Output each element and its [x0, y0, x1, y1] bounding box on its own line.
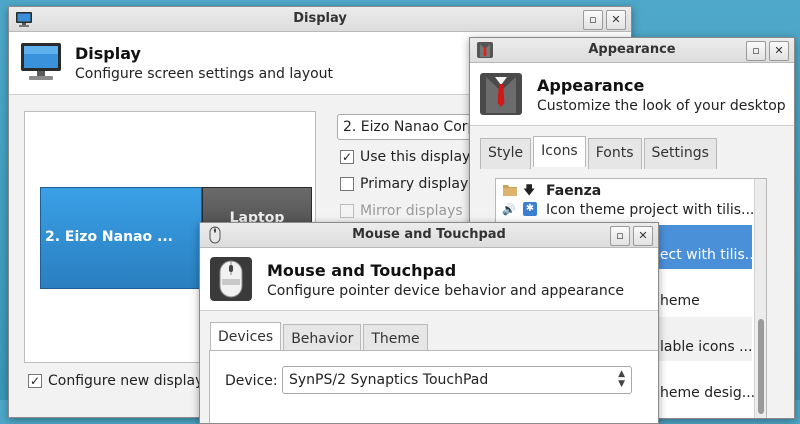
use-this-display-label: Use this display — [360, 149, 471, 165]
theme-name: Faenza — [546, 183, 602, 199]
mirror-displays-label: Mirror displays — [360, 203, 463, 219]
theme-description: heme desig... — [660, 385, 756, 401]
device-select-value: SynPS/2 Synaptics TouchPad — [289, 372, 489, 388]
devices-panel: Device: SynPS/2 Synaptics TouchPad ▲ ▼ — [209, 350, 658, 423]
display-window-title: Display — [293, 11, 347, 26]
speaker-icon: 🔊 — [502, 203, 516, 216]
list-item[interactable]: 🡇 Faenza 🔊 ✱ Icon theme project with til… — [496, 179, 766, 223]
mouse-device-icon — [208, 255, 254, 307]
appearance-suit-icon — [478, 71, 524, 121]
device-label: Device: — [225, 373, 278, 389]
display-monitor-icon — [19, 40, 63, 88]
download-arrow-icon: 🡇 — [523, 183, 536, 197]
primary-display-checkbox[interactable]: Primary display — [340, 176, 468, 192]
theme-description: heme — [660, 293, 700, 309]
mouse-window: Mouse and Touchpad ▫ ✕ Mouse and Touchpa… — [199, 222, 659, 424]
primary-display-box[interactable] — [340, 177, 354, 191]
app-icon: ✱ — [523, 202, 537, 216]
mirror-displays-box — [340, 204, 354, 218]
display-header-title: Display — [75, 44, 141, 63]
close-button[interactable]: ✕ — [606, 10, 626, 30]
appearance-header-title: Appearance — [537, 76, 645, 95]
appearance-close-button[interactable]: ✕ — [769, 41, 789, 61]
tab-settings[interactable]: Settings — [643, 138, 717, 169]
device-select[interactable]: SynPS/2 Synaptics TouchPad ▲ ▼ — [282, 366, 632, 394]
mouse-maximize-button[interactable]: ▫ — [610, 226, 630, 246]
appearance-header: Appearance Customize the look of your de… — [470, 63, 794, 126]
mouse-header-subtitle: Configure pointer device behavior and ap… — [267, 283, 625, 299]
configure-new-displays-box[interactable]: ✓ — [28, 374, 42, 388]
mouse-close-button[interactable]: ✕ — [633, 226, 653, 246]
monitor-eizo[interactable]: 2. Eizo Nanao ... — [40, 187, 202, 289]
folder-icon — [502, 183, 518, 201]
use-this-display-checkbox[interactable]: ✓ Use this display — [340, 149, 470, 165]
display-header-subtitle: Configure screen settings and layout — [75, 66, 334, 82]
configure-new-displays-label: Configure new displays — [48, 373, 211, 389]
tab-style[interactable]: Style — [480, 138, 532, 169]
tab-fonts[interactable]: Fonts — [587, 138, 642, 169]
appearance-tabs: Style Icons Fonts Settings — [480, 136, 719, 169]
theme-description: lable icons ... — [660, 339, 753, 355]
appearance-titlebar[interactable]: Appearance ▫ ✕ — [470, 38, 794, 63]
configure-new-displays-checkbox[interactable]: ✓ Configure new displays — [28, 373, 211, 389]
theme-description: ject with tilis... — [656, 247, 759, 263]
monitor-eizo-label: 2. Eizo Nanao ... — [45, 229, 173, 245]
tab-devices[interactable]: Devices — [210, 322, 282, 353]
appearance-maximize-button[interactable]: ▫ — [746, 41, 766, 61]
list-scrollbar[interactable] — [754, 179, 766, 418]
updown-arrows-icon: ▲ ▼ — [618, 369, 625, 389]
maximize-button[interactable]: ▫ — [583, 10, 603, 30]
appearance-header-subtitle: Customize the look of your desktop — [537, 98, 786, 114]
mouse-titlebar[interactable]: Mouse and Touchpad ▫ ✕ — [200, 223, 658, 248]
output-select-value: 2. Eizo Nanao Corpo — [343, 119, 485, 135]
mouse-header: Mouse and Touchpad Configure pointer dev… — [200, 248, 658, 311]
mouse-header-title: Mouse and Touchpad — [267, 261, 457, 280]
mirror-displays-checkbox: Mirror displays — [340, 203, 463, 219]
use-this-display-box[interactable]: ✓ — [340, 150, 354, 164]
theme-description: Icon theme project with tilis... — [546, 202, 755, 218]
primary-display-label: Primary display — [360, 176, 469, 192]
tab-icons[interactable]: Icons — [533, 136, 586, 167]
display-titlebar[interactable]: Display ▫ ✕ — [9, 7, 631, 32]
mouse-window-title: Mouse and Touchpad — [352, 227, 506, 242]
